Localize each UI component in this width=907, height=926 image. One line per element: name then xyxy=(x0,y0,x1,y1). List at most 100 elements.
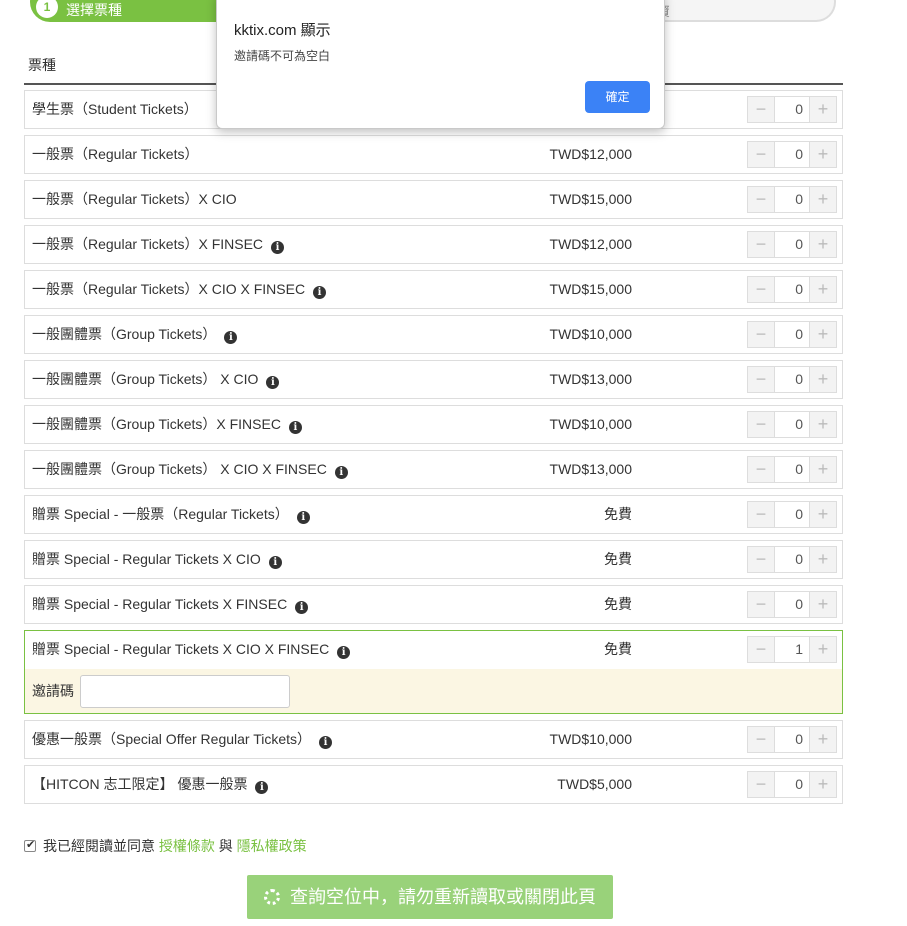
quantity-stepper: −0 + xyxy=(747,546,837,573)
quantity-value[interactable]: 0 xyxy=(775,322,809,347)
plus-button[interactable]: + xyxy=(809,367,836,392)
quantity-value[interactable]: 0 xyxy=(775,457,809,482)
plus-button[interactable]: + xyxy=(809,142,836,167)
quantity-stepper: −0 + xyxy=(747,591,837,618)
minus-button[interactable]: − xyxy=(748,457,775,482)
plus-button[interactable]: + xyxy=(809,727,836,752)
quantity-value[interactable]: 0 xyxy=(775,547,809,572)
ticket-name: 贈票 Special - Regular Tickets X CIO i xyxy=(32,541,282,578)
minus-button[interactable]: − xyxy=(748,367,775,392)
plus-button[interactable]: + xyxy=(809,277,836,302)
info-icon[interactable]: i xyxy=(271,241,285,254)
ticket-name: 一般團體票（Group Tickets） X CIO X FINSEC i xyxy=(32,451,348,488)
minus-button[interactable]: − xyxy=(748,187,775,212)
ticket-name: 贈票 Special - Regular Tickets X CIO X FIN… xyxy=(32,631,351,668)
quantity-stepper: −0 + xyxy=(747,96,837,123)
info-icon[interactable]: i xyxy=(266,376,280,389)
ticket-price: TWD$10,000 xyxy=(549,326,632,342)
ticket-row: 贈票 Special - Regular Tickets X CIO X FIN… xyxy=(24,630,843,714)
ticket-name-text: 贈票 Special - Regular Tickets X CIO X FIN… xyxy=(32,641,330,657)
plus-button[interactable]: + xyxy=(809,187,836,212)
quantity-stepper: −0 + xyxy=(747,456,837,483)
minus-button[interactable]: − xyxy=(748,277,775,302)
ticket-price: 免費 xyxy=(604,551,632,567)
quantity-value[interactable]: 1 xyxy=(775,637,809,662)
plus-button[interactable]: + xyxy=(809,502,836,527)
ticket-price: TWD$13,000 xyxy=(549,461,632,477)
agree-checkbox[interactable] xyxy=(24,838,36,852)
info-icon[interactable]: i xyxy=(313,286,327,299)
plus-button[interactable]: + xyxy=(809,547,836,572)
ticket-row: 【HITCON 志工限定】 優惠一般票 i TWD$5,000 −0 + xyxy=(24,765,843,804)
ticket-name-text: 一般票（Regular Tickets） xyxy=(32,146,199,162)
quantity-value[interactable]: 0 xyxy=(775,367,809,392)
dialog-ok-button[interactable]: 確定 xyxy=(585,81,650,113)
minus-button[interactable]: − xyxy=(748,232,775,257)
minus-button[interactable]: − xyxy=(748,97,775,122)
ticket-row: 贈票 Special - 一般票（Regular Tickets） i 免費 −0 + xyxy=(24,495,843,534)
quantity-value[interactable]: 0 xyxy=(775,277,809,302)
ticket-price: TWD$12,000 xyxy=(549,146,632,162)
quantity-value[interactable]: 0 xyxy=(775,142,809,167)
ticket-price: TWD$15,000 xyxy=(549,281,632,297)
quantity-stepper: −0 + xyxy=(747,411,837,438)
info-icon[interactable]: i xyxy=(296,511,310,524)
quantity-value[interactable]: 0 xyxy=(775,727,809,752)
ticket-price: TWD$12,000 xyxy=(549,236,632,252)
info-icon[interactable]: i xyxy=(224,331,238,344)
minus-button[interactable]: − xyxy=(748,727,775,752)
plus-button[interactable]: + xyxy=(809,592,836,617)
quantity-value[interactable]: 0 xyxy=(775,412,809,437)
plus-button[interactable]: + xyxy=(809,322,836,347)
info-icon[interactable]: i xyxy=(337,646,351,659)
ticket-type-header: 票種 xyxy=(28,57,56,73)
info-icon[interactable]: i xyxy=(319,736,333,749)
ticket-row: 贈票 Special - Regular Tickets X FINSEC i 免費… xyxy=(24,585,843,624)
plus-button[interactable]: + xyxy=(809,772,836,797)
minus-button[interactable]: − xyxy=(748,637,775,662)
info-icon[interactable]: i xyxy=(288,421,302,434)
ticket-name: 一般票（Regular Tickets）X CIO X FINSEC i xyxy=(32,271,327,308)
quantity-value[interactable]: 0 xyxy=(775,772,809,797)
info-icon[interactable]: i xyxy=(334,466,348,479)
privacy-link[interactable]: 隱私權政策 xyxy=(237,838,307,854)
quantity-stepper: −0 + xyxy=(747,231,837,258)
submit-button[interactable]: 查詢空位中，請勿重新讀取或關閉此頁 xyxy=(247,875,613,919)
ticket-price: TWD$10,000 xyxy=(549,416,632,432)
minus-button[interactable]: − xyxy=(748,547,775,572)
plus-button[interactable]: + xyxy=(809,637,836,662)
minus-button[interactable]: − xyxy=(748,772,775,797)
invite-code-input[interactable] xyxy=(80,675,290,708)
quantity-value[interactable]: 0 xyxy=(775,592,809,617)
ticket-name-text: 一般票（Regular Tickets）X CIO X FINSEC xyxy=(32,281,306,297)
ticket-name-text: 一般團體票（Group Tickets） X CIO X FINSEC xyxy=(32,461,327,477)
plus-button[interactable]: + xyxy=(809,457,836,482)
info-icon[interactable]: i xyxy=(255,781,269,794)
plus-button[interactable]: + xyxy=(809,412,836,437)
plus-button[interactable]: + xyxy=(809,97,836,122)
minus-button[interactable]: − xyxy=(748,142,775,167)
step-label: 選擇票種 xyxy=(66,2,122,18)
minus-button[interactable]: − xyxy=(748,592,775,617)
quantity-value[interactable]: 0 xyxy=(775,502,809,527)
ticket-price: 免費 xyxy=(604,506,632,522)
ticket-row: 贈票 Special - Regular Tickets X CIO i 免費 −0 + xyxy=(24,540,843,579)
info-icon[interactable]: i xyxy=(295,601,309,614)
quantity-value[interactable]: 0 xyxy=(775,187,809,212)
quantity-value[interactable]: 0 xyxy=(775,97,809,122)
plus-button[interactable]: + xyxy=(809,232,836,257)
ticket-name: 一般團體票（Group Tickets）X FINSEC i xyxy=(32,406,302,443)
ticket-name-text: 一般團體票（Group Tickets） xyxy=(32,326,217,342)
quantity-stepper: −0 + xyxy=(747,321,837,348)
minus-button[interactable]: − xyxy=(748,322,775,347)
minus-button[interactable]: − xyxy=(748,502,775,527)
info-icon[interactable]: i xyxy=(268,556,282,569)
terms-link[interactable]: 授權條款 xyxy=(159,838,215,854)
quantity-stepper: −0 + xyxy=(747,186,837,213)
quantity-value[interactable]: 0 xyxy=(775,232,809,257)
quantity-stepper: −0 + xyxy=(747,366,837,393)
quantity-stepper: −0 + xyxy=(747,141,837,168)
agree-text: 我已經閱讀並同意 xyxy=(43,838,155,854)
minus-button[interactable]: − xyxy=(748,412,775,437)
ticket-name-text: 優惠一般票（Special Offer Regular Tickets） xyxy=(32,731,312,747)
